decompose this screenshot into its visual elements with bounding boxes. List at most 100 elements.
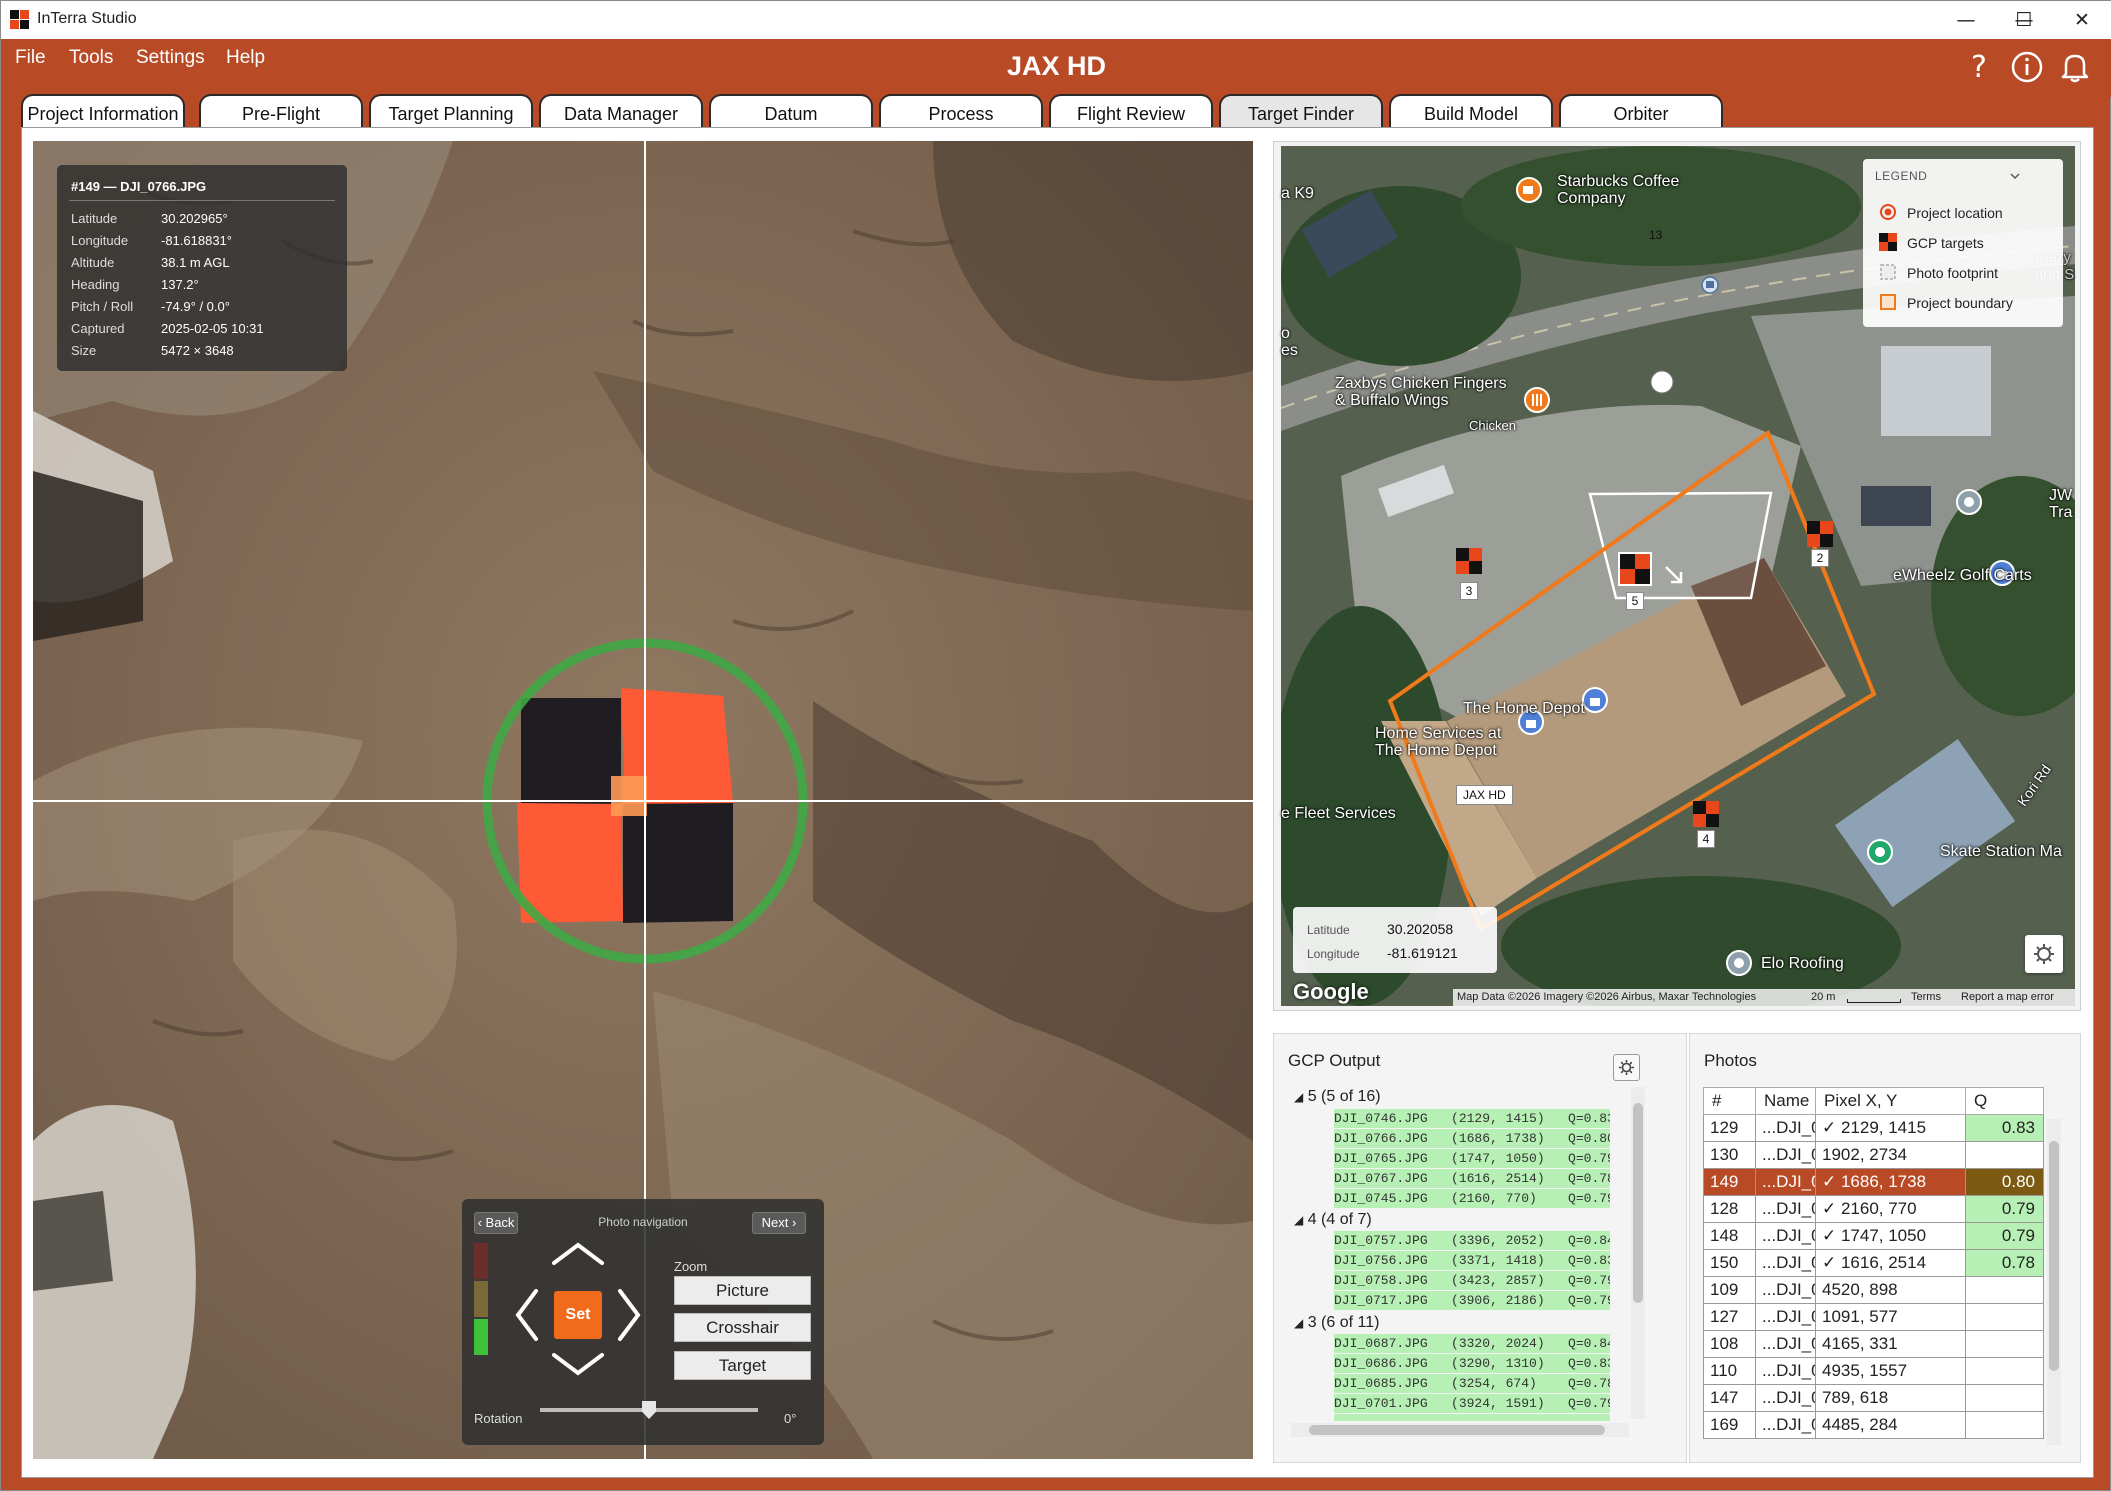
map-attribution-bar: Map Data ©2026 Imagery ©2026 Airbus, Max… [1453, 989, 2075, 1006]
column-header-pixel[interactable]: Pixel X, Y [1815, 1087, 1966, 1115]
menu-file[interactable]: File [15, 47, 46, 69]
menu-tools[interactable]: Tools [69, 47, 113, 69]
gcp-row[interactable]: DJI_0758.JPG (3423, 2857) Q=0.79 [1334, 1271, 1610, 1290]
coffee-pin-icon[interactable] [1515, 176, 1543, 204]
cell-pixel: 4165, 331 [1815, 1330, 1966, 1358]
table-row[interactable]: 128 ...DJI_0 ✓ 2160, 770 0.79 [1703, 1195, 2044, 1223]
gcp-row[interactable]: DJI_0687.JPG (3320, 2024) Q=0.84 [1334, 1334, 1610, 1353]
photos-vertical-scrollbar[interactable] [2047, 1119, 2061, 1445]
info-icon[interactable] [2009, 49, 2045, 85]
gcp-horizontal-scrollbar[interactable] [1291, 1423, 1629, 1437]
rotation-slider-thumb[interactable] [642, 1401, 656, 1419]
gcp-row[interactable]: DJI_0757.JPG (3396, 2052) Q=0.84 [1334, 1231, 1610, 1250]
column-header-q[interactable]: Q [1965, 1087, 2044, 1115]
expand-triangle-icon[interactable]: ◢ [1294, 1090, 1303, 1104]
help-icon[interactable]: ? [1961, 49, 1997, 85]
column-header-name[interactable]: Name [1755, 1087, 1816, 1115]
tab-pre-flight[interactable]: Pre-Flight [199, 94, 363, 128]
park-pin-icon[interactable] [1866, 838, 1894, 866]
tab-target-finder[interactable]: Target Finder [1219, 94, 1383, 128]
cell-q: 0.79 [1965, 1222, 2044, 1250]
gcp-row[interactable]: DJI_0717.JPG (3906, 2186) Q=0.79 [1334, 1291, 1610, 1310]
table-row[interactable]: 150 ...DJI_0 ✓ 1616, 2514 0.78 [1703, 1249, 2044, 1277]
table-row[interactable]: 148 ...DJI_0 ✓ 1747, 1050 0.79 [1703, 1222, 2044, 1250]
gcp-target-4-icon[interactable] [1693, 801, 1719, 827]
gcp-row[interactable]: DJI_0746.JPG (2129, 1415) Q=0.83 [1334, 1109, 1610, 1128]
gcp-target-3-icon[interactable] [1456, 548, 1482, 574]
tab-orbiter[interactable]: Orbiter [1559, 94, 1723, 128]
gcp-vertical-scrollbar[interactable] [1631, 1087, 1645, 1419]
place-pin-icon[interactable] [1955, 488, 1983, 516]
tab-target-planning[interactable]: Target Planning [369, 94, 533, 128]
gcp-group-4-header[interactable]: ◢ 4 (4 of 7) [1294, 1211, 1372, 1229]
column-header-number[interactable]: # [1703, 1087, 1756, 1115]
zoom-picture-button[interactable]: Picture [674, 1276, 811, 1305]
table-row[interactable]: 109 ...DJI_0 4520, 898 [1703, 1276, 2044, 1304]
gcp-row[interactable]: DJI_0765.JPG (1747, 1050) Q=0.79 [1334, 1149, 1610, 1168]
legend-collapse-icon[interactable] [2009, 171, 2021, 181]
restaurant-pin-icon[interactable] [1523, 386, 1551, 414]
tab-flight-review[interactable]: Flight Review [1049, 94, 1213, 128]
map-settings-button[interactable] [2025, 935, 2063, 973]
menu-help[interactable]: Help [226, 47, 265, 69]
photo-info-panel: #149 — DJI_0766.JPG Latitude 30.202965° … [57, 165, 347, 371]
gcp-target-2-icon[interactable] [1807, 521, 1833, 547]
zoom-crosshair-button[interactable]: Crosshair [674, 1313, 811, 1342]
set-button[interactable]: Set [554, 1291, 602, 1339]
gcp-hscroll-thumb[interactable] [1309, 1425, 1605, 1435]
table-row-selected[interactable]: 149 ...DJI_0 ✓ 1686, 1738 0.80 [1703, 1168, 2044, 1196]
nudge-right-icon[interactable] [614, 1285, 644, 1345]
gcp-row[interactable] [1334, 1414, 1610, 1421]
photos-scroll-thumb[interactable] [2049, 1141, 2059, 1371]
nudge-up-icon[interactable] [548, 1239, 608, 1269]
legend-project-location: Project location [1907, 205, 2003, 221]
close-button[interactable]: ✕ [2053, 1, 2111, 39]
tab-process[interactable]: Process [879, 94, 1043, 128]
gcp-row[interactable]: DJI_0701.JPG (3924, 1591) Q=0.79 [1334, 1394, 1610, 1413]
expand-triangle-icon[interactable]: ◢ [1294, 1213, 1303, 1227]
gcp-row[interactable]: DJI_0745.JPG (2160, 770) Q=0.79 [1334, 1189, 1610, 1208]
gcp-row[interactable]: DJI_0756.JPG (3371, 1418) Q=0.83 [1334, 1251, 1610, 1270]
gcp-settings-button[interactable] [1613, 1054, 1640, 1081]
gcp-scroll-thumb[interactable] [1633, 1103, 1643, 1303]
zoom-target-button[interactable]: Target [674, 1351, 811, 1380]
table-row[interactable]: 108 ...DJI_0 4165, 331 [1703, 1330, 2044, 1358]
table-row[interactable]: 129 ...DJI_0 ✓ 2129, 1415 0.83 [1703, 1114, 2044, 1142]
tab-datum[interactable]: Datum [709, 94, 873, 128]
quality-meter-low [474, 1243, 488, 1279]
gcp-row[interactable]: DJI_0686.JPG (3290, 1310) Q=0.83 [1334, 1354, 1610, 1373]
table-row[interactable]: 127 ...DJI_0 1091, 577 [1703, 1303, 2044, 1331]
gcp-target-5-icon[interactable] [1618, 552, 1652, 586]
app-window: InTerra Studio — — ☐ ✕ File Tools Settin… [0, 0, 2111, 1491]
gcp-row[interactable]: DJI_0685.JPG (3254, 674) Q=0.78 [1334, 1374, 1610, 1393]
expand-triangle-icon[interactable]: ◢ [1294, 1316, 1303, 1330]
map-coordinate-readout: Latitude 30.202058 Longitude -81.619121 [1293, 907, 1497, 973]
cell-name: ...DJI_0 [1755, 1357, 1816, 1385]
gcp-row[interactable]: DJI_0766.JPG (1686, 1738) Q=0.80 [1334, 1129, 1610, 1148]
tab-build-model[interactable]: Build Model [1389, 94, 1553, 128]
menu-settings[interactable]: Settings [136, 47, 205, 69]
maximize-button[interactable]: ☐ [1995, 1, 2053, 39]
report-map-error-link[interactable]: Report a map error [1961, 989, 2054, 1006]
notifications-bell-icon[interactable] [2057, 49, 2093, 85]
nudge-left-icon[interactable] [512, 1285, 542, 1345]
map-terms-link[interactable]: Terms [1911, 989, 1941, 1006]
table-row[interactable]: 110 ...DJI_0 4935, 1557 [1703, 1357, 2044, 1385]
table-row[interactable]: 130 ...DJI_0 1902, 2734 [1703, 1141, 2044, 1169]
map-scale-label: 20 m [1811, 991, 1836, 1003]
gcp-row[interactable]: DJI_0767.JPG (1616, 2514) Q=0.78 [1334, 1169, 1610, 1188]
tab-data-manager[interactable]: Data Manager [539, 94, 703, 128]
gcp-group-3-header[interactable]: ◢ 3 (6 of 11) [1294, 1314, 1379, 1332]
place-pin-icon[interactable] [1725, 949, 1753, 977]
nudge-down-icon[interactable] [548, 1349, 608, 1379]
next-button[interactable]: Next › [752, 1212, 806, 1234]
table-row[interactable]: 147 ...DJI_0 789, 618 [1703, 1384, 2044, 1412]
gcp-group-5-header[interactable]: ◢ 5 (5 of 16) [1294, 1088, 1381, 1106]
bus-stop-icon[interactable] [1701, 276, 1719, 294]
minimize-button[interactable]: — [1937, 1, 1995, 39]
store-pin-icon[interactable] [1581, 686, 1609, 714]
cell-pixel: 4485, 284 [1815, 1411, 1966, 1439]
cell-number: 110 [1703, 1357, 1756, 1385]
table-row[interactable]: 169 ...DJI_0 4485, 284 [1703, 1411, 2044, 1439]
tab-project-information[interactable]: Project Information [21, 94, 185, 128]
